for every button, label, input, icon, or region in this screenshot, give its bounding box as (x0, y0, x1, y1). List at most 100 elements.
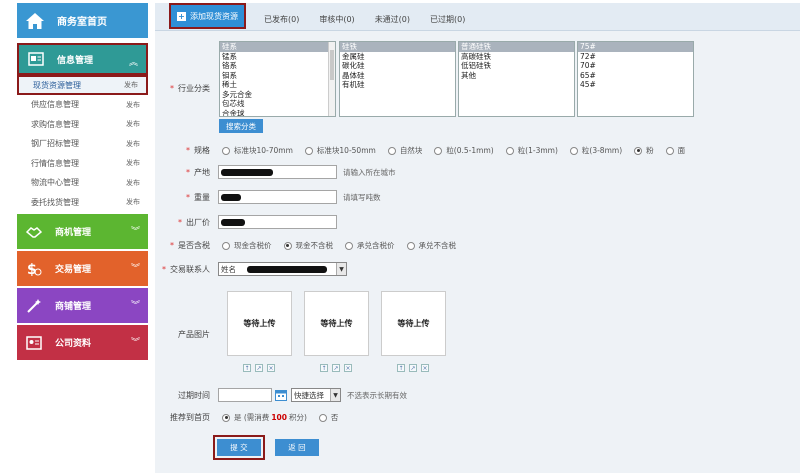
list-item[interactable]: 金属硅 (340, 52, 455, 62)
spec-option[interactable]: 自然块 (387, 145, 422, 156)
origin-input[interactable] (218, 165, 337, 179)
publish-link[interactable]: 发布 (126, 100, 140, 110)
list-item[interactable]: 合金球 (220, 109, 335, 117)
category-list-4[interactable]: 75# 72# 70# 65# 45# (577, 41, 694, 117)
spec-option[interactable]: 面 (665, 145, 685, 156)
calendar-icon[interactable] (275, 389, 287, 401)
contact-select[interactable]: 姓名 ▼ (218, 262, 347, 276)
sidebar-item-label: 物流中心管理 (31, 178, 79, 188)
tax-option[interactable]: 现金不含税 (283, 240, 333, 251)
category-list-1[interactable]: 硅系 锰系 铬系 钼系 稀土 多元合金 包芯线 合金球 (219, 41, 336, 117)
close-icon[interactable]: × (344, 364, 352, 372)
list-item[interactable]: 高碳硅铁 (459, 52, 574, 62)
sidebar-item-tender[interactable]: 钢厂招标管理 发布 (17, 134, 148, 154)
tax-option[interactable]: 承兑含税价 (345, 240, 395, 251)
list-item[interactable]: 硅系 (220, 42, 335, 52)
tab-published[interactable]: 已发布(0) (254, 8, 309, 30)
scrollbar[interactable] (328, 42, 335, 116)
publish-link[interactable]: 发布 (124, 80, 138, 90)
expire-date-input[interactable] (218, 388, 272, 402)
recommend-no[interactable]: 否 (318, 412, 338, 423)
radio-icon (434, 146, 443, 155)
sidebar-item-purchase[interactable]: 求购信息管理 发布 (17, 115, 148, 135)
submit-button[interactable]: 提 交 (217, 439, 261, 456)
publish-link[interactable]: 发布 (126, 139, 140, 149)
list-item[interactable]: 钼系 (220, 71, 335, 81)
list-item[interactable]: 锰系 (220, 52, 335, 62)
spec-option[interactable]: 标准块10-70mm (222, 145, 293, 156)
publish-link[interactable]: 发布 (126, 119, 140, 129)
spec-option[interactable]: 粒(3-8mm) (569, 145, 622, 156)
sidebar-item-market[interactable]: 行情信息管理 发布 (17, 154, 148, 174)
contact-row: * 交易联系人 姓名 ▼ (155, 262, 800, 276)
chevron-down-icon: ︾ (130, 338, 140, 348)
list-item[interactable]: 硅铁 (340, 42, 455, 52)
money-icon: $ (25, 260, 43, 278)
weight-input[interactable] (218, 190, 337, 204)
radio-icon (569, 146, 578, 155)
tax-option[interactable]: 承兑不含税 (406, 240, 456, 251)
list-item[interactable]: 65# (578, 71, 693, 81)
move-up-icon[interactable]: ↑ (320, 364, 328, 372)
sidebar-section-info[interactable]: 信息管理 ︽ (17, 43, 148, 75)
upload-icon[interactable]: ↗ (332, 364, 340, 372)
publish-link[interactable]: 发布 (126, 178, 140, 188)
sidebar-section-store[interactable]: 商铺管理 ︾ (17, 288, 148, 323)
sidebar-item-supply[interactable]: 供应信息管理 发布 (17, 95, 148, 115)
sidebar-item-logistics[interactable]: 物流中心管理 发布 (17, 173, 148, 193)
list-item[interactable]: 低铝硅铁 (459, 61, 574, 71)
list-item[interactable]: 铬系 (220, 61, 335, 71)
list-item[interactable]: 稀土 (220, 80, 335, 90)
upload-icon[interactable]: ↗ (409, 364, 417, 372)
spec-option[interactable]: 粉 (634, 145, 654, 156)
upload-icon[interactable]: ↗ (255, 364, 263, 372)
upload-slot-3[interactable]: 等待上传 (381, 291, 446, 356)
publish-link[interactable]: 发布 (126, 197, 140, 207)
quick-select-dropdown[interactable]: 快捷选择 ▼ (291, 388, 341, 402)
spec-option[interactable]: 标准块10-50mm (304, 145, 376, 156)
list-item[interactable]: 碳化硅 (340, 61, 455, 71)
list-item[interactable]: 多元合金 (220, 90, 335, 100)
list-item[interactable]: 晶体硅 (340, 71, 455, 81)
sidebar-home[interactable]: 商务室首页 (17, 3, 148, 38)
move-up-icon[interactable]: ↑ (397, 364, 405, 372)
move-up-icon[interactable]: ↑ (243, 364, 251, 372)
recommend-yes[interactable]: 是 (需消费 100 积分) (222, 412, 307, 423)
upload-slot-1[interactable]: 等待上传 (227, 291, 292, 356)
list-item[interactable]: 45# (578, 80, 693, 90)
expire-label: 过期时间 (178, 390, 210, 400)
spec-option[interactable]: 粒(0.5-1mm) (434, 145, 494, 156)
tax-option[interactable]: 现金含税价 (222, 240, 272, 251)
info-submenu: 现货资源管理 发布 供应信息管理 发布 求购信息管理 发布 钢厂招标管理 发布 … (17, 75, 148, 212)
sidebar-section-biz[interactable]: 商机管理 ︾ (17, 214, 148, 249)
close-icon[interactable]: × (267, 364, 275, 372)
spec-option[interactable]: 粒(1-3mm) (505, 145, 558, 156)
list-item[interactable]: 包芯线 (220, 99, 335, 109)
list-item[interactable]: 70# (578, 61, 693, 71)
back-button[interactable]: 返 回 (275, 439, 319, 456)
tab-bar: + 添加现货资源 已发布(0) 审核中(0) 未通过(0) 已过期(0) (155, 3, 800, 31)
category-list-2[interactable]: 硅铁 金属硅 碳化硅 晶体硅 有机硅 (339, 41, 456, 117)
sidebar-section-company[interactable]: 公司资料 ︾ (17, 325, 148, 360)
category-list-3[interactable]: 普通硅铁 高碳硅铁 低铝硅铁 其他 (458, 41, 575, 117)
upload-slot-2[interactable]: 等待上传 (304, 291, 369, 356)
sidebar-item-entrust[interactable]: 委托找货管理 发布 (17, 193, 148, 213)
tab-reviewing[interactable]: 审核中(0) (309, 8, 364, 30)
sidebar-item-spot-resources[interactable]: 现货资源管理 发布 (17, 75, 148, 95)
price-input[interactable] (218, 215, 337, 229)
sidebar-section-trade[interactable]: $ 交易管理 ︾ (17, 251, 148, 286)
list-item[interactable]: 普通硅铁 (459, 42, 574, 52)
publish-link[interactable]: 发布 (126, 158, 140, 168)
list-item[interactable]: 75# (578, 42, 693, 52)
tab-rejected[interactable]: 未通过(0) (365, 8, 420, 30)
close-icon[interactable]: × (421, 364, 429, 372)
list-item[interactable]: 有机硅 (340, 80, 455, 90)
price-row: * 出厂价 (155, 215, 800, 229)
tax-options: 现金含税价 现金不含税 承兑含税价 承兑不含税 (222, 240, 468, 251)
tab-expired[interactable]: 已过期(0) (420, 8, 475, 30)
tab-add-resource[interactable]: + 添加现货资源 (169, 3, 246, 29)
list-item[interactable]: 其他 (459, 71, 574, 81)
search-category-button[interactable]: 搜索分类 (219, 119, 263, 133)
chevron-up-icon: ︽ (128, 58, 138, 68)
list-item[interactable]: 72# (578, 52, 693, 62)
